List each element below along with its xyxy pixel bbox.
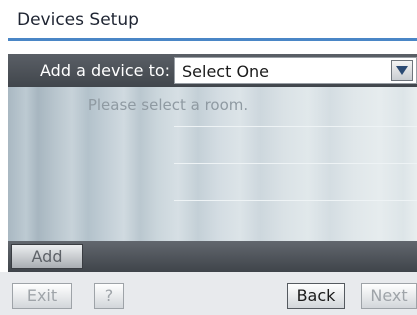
title-divider bbox=[8, 38, 417, 41]
dropdown-button[interactable] bbox=[391, 60, 413, 81]
room-select[interactable]: Select One bbox=[174, 57, 417, 84]
add-device-row: Add a device to: Select One bbox=[8, 54, 417, 87]
list-row-divider bbox=[174, 126, 417, 127]
devices-setup-window: Devices Setup Add a device to: Select On… bbox=[0, 0, 417, 315]
add-button[interactable]: Add bbox=[11, 244, 83, 269]
list-toolbar: Add bbox=[8, 241, 417, 272]
list-row-divider bbox=[174, 163, 417, 164]
page-title: Devices Setup bbox=[17, 10, 139, 30]
device-list[interactable]: Please select a room. bbox=[8, 87, 417, 241]
list-row-divider bbox=[174, 200, 417, 201]
add-device-label: Add a device to: bbox=[40, 61, 171, 80]
help-button[interactable]: ? bbox=[94, 283, 124, 309]
title-bar: Devices Setup bbox=[0, 0, 417, 41]
exit-button[interactable]: Exit bbox=[12, 283, 72, 309]
triangle-down-icon bbox=[396, 66, 408, 75]
room-select-value: Select One bbox=[182, 62, 270, 81]
next-button[interactable]: Next bbox=[361, 283, 417, 309]
footer-nav: Exit ? Back Next bbox=[0, 272, 417, 315]
back-button[interactable]: Back bbox=[287, 283, 345, 309]
empty-list-message: Please select a room. bbox=[87, 96, 249, 114]
